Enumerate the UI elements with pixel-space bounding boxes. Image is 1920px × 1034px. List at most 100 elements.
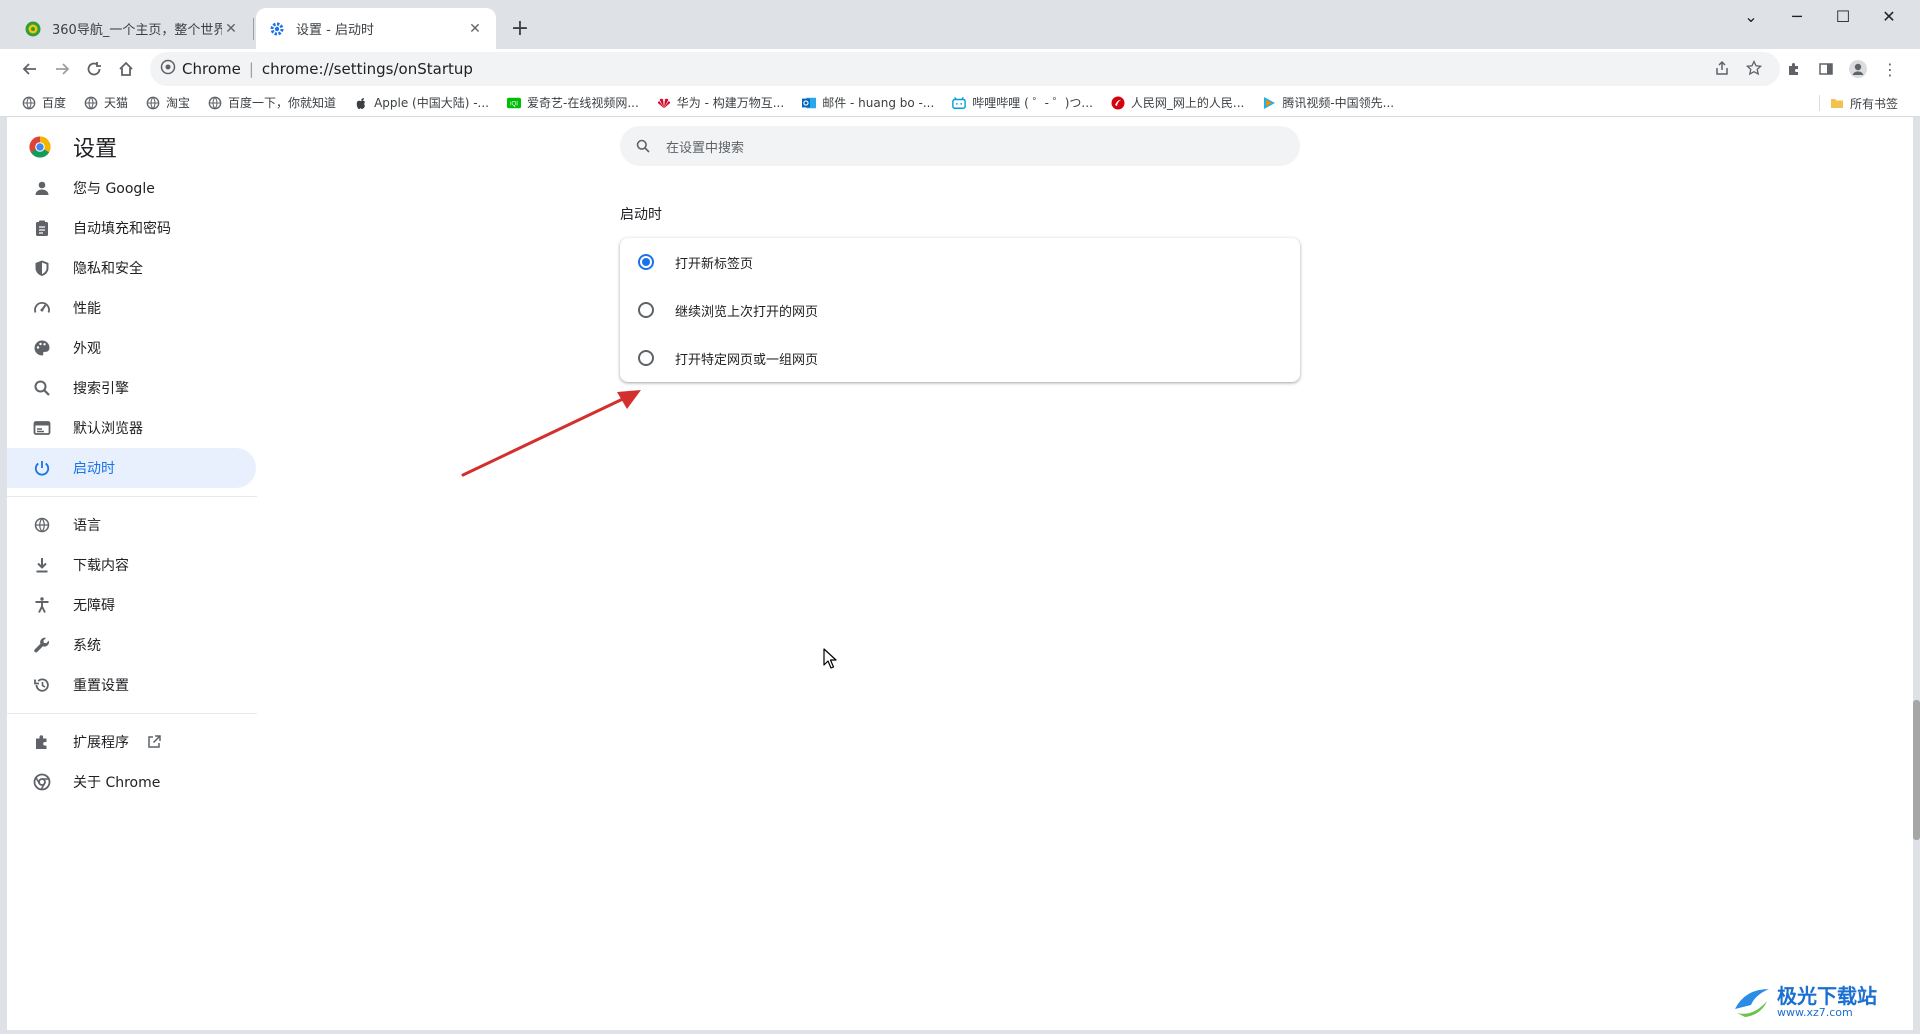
radio-button[interactable] [638, 302, 654, 318]
sidebar-item[interactable]: 系统 [7, 625, 256, 665]
power-icon [32, 458, 52, 478]
tab-360-nav[interactable]: 360导航_一个主页，整个世界 ✕ [12, 8, 252, 49]
extensions-puzzle-icon[interactable] [1780, 55, 1808, 83]
sidebar-item[interactable]: 隐私和安全 [7, 248, 256, 288]
wrench-icon [32, 635, 52, 655]
sidebar-item[interactable]: 扩展程序 [7, 722, 256, 762]
chrome-site-icon [160, 59, 176, 79]
option-label: 打开特定网页或一组网页 [675, 352, 819, 368]
close-icon[interactable]: ✕ [466, 20, 484, 38]
bookmark-label: 百度一下，你就知道 [228, 96, 337, 110]
tab-search-dropdown-icon[interactable]: ⌄ [1728, 0, 1774, 32]
settings-page: 设置 您与 Google 自动填充和密码 隐私和安全性能 外观搜索引擎默认浏览器启动时… [7, 118, 1913, 1030]
tab-title: 360导航_一个主页，整个世界 [52, 23, 222, 38]
bookmark-item[interactable]: Apple (中国大陆) -... [354, 94, 489, 111]
sidebar-item[interactable]: 重置设置 [7, 665, 256, 705]
bookmark-item[interactable]: 哔哩哔哩 ( ゜- ゜)つ... [952, 94, 1093, 111]
sidebar-divider [7, 496, 257, 497]
option-label: 打开新标签页 [675, 256, 754, 272]
startup-option[interactable]: 继续浏览上次打开的网页 [620, 286, 1300, 334]
360-icon [24, 20, 42, 38]
more-menu-icon[interactable]: ⋮ [1876, 55, 1904, 83]
bookmark-item[interactable]: 百度一下，你就知道 [208, 94, 336, 111]
sidebar-item-label: 重置设置 [73, 678, 129, 694]
sidebar-item-label: 搜索引擎 [73, 381, 129, 397]
sidebar-item[interactable]: 您与 Google [7, 168, 256, 208]
sidebar-item-label: 语言 [73, 518, 101, 534]
sidebar-item[interactable]: 搜索引擎 [7, 368, 256, 408]
sidebar-item-label: 下载内容 [73, 558, 129, 574]
back-button[interactable] [16, 55, 44, 83]
bookmark-label: 华为 - 构建万物互... [676, 96, 785, 110]
sidebar-item[interactable]: 外观 [7, 328, 256, 368]
bookmarks-divider [1819, 95, 1820, 111]
url-text[interactable]: chrome://settings/onStartup [262, 60, 473, 78]
bookmark-item[interactable]: 华为 - 构建万物互... [657, 94, 784, 111]
window-right-border [1913, 117, 1920, 1034]
sidebar-item[interactable]: 默认浏览器 [7, 408, 256, 448]
search-placeholder: 在设置中搜索 [666, 140, 745, 156]
bookmark-star-icon[interactable] [1743, 57, 1765, 79]
tab-settings[interactable]: 设置 - 启动时 ✕ [256, 8, 496, 49]
minimize-button[interactable]: ─ [1774, 0, 1820, 32]
bookmark-label: 淘宝 [166, 96, 191, 110]
chrome-icon [32, 772, 52, 792]
startup-option[interactable]: 打开新标签页 [620, 238, 1300, 286]
bookmark-label: 天猫 [104, 96, 129, 110]
window-bottom-border [0, 1030, 1920, 1034]
sidebar-item-label: 隐私和安全 [73, 261, 143, 277]
bookmark-label: 哔哩哔哩 ( ゜- ゜)つ... [972, 96, 1093, 110]
globe-icon [22, 96, 36, 110]
page-scrollbar[interactable] [1913, 700, 1920, 840]
bookmark-item[interactable]: 邮件 - huang bo -... [802, 94, 934, 111]
globe-icon [32, 515, 52, 535]
close-icon[interactable]: ✕ [222, 20, 240, 38]
settings-search-input[interactable]: 在设置中搜索 [620, 126, 1300, 166]
address-bar[interactable]: Chrome | chrome://settings/onStartup [150, 52, 1780, 86]
sidebar-item-label: 扩展程序 [73, 735, 129, 751]
radio-button[interactable] [638, 350, 654, 366]
sidebar-item-label: 自动填充和密码 [73, 221, 171, 237]
search-icon [634, 137, 652, 155]
speedometer-icon [32, 298, 52, 318]
sidebar-item[interactable]: 启动时 [7, 448, 256, 488]
profile-avatar[interactable] [1844, 55, 1872, 83]
watermark-logo-icon [1735, 989, 1769, 1017]
person-icon [32, 178, 52, 198]
history-icon [32, 675, 52, 695]
bookmark-item[interactable]: 百度 [22, 94, 66, 111]
forward-arrow-icon [56, 63, 70, 75]
bookmark-item[interactable]: 天猫 [84, 94, 128, 111]
window-close-button[interactable]: ✕ [1866, 0, 1912, 32]
sidebar-item[interactable]: 性能 [7, 288, 256, 328]
home-button[interactable] [112, 55, 140, 83]
bookmark-label: 邮件 - huang bo -... [822, 96, 935, 110]
bookmarks-bar: 百度 天猫 淘宝 百度一下，你就知道 Apple (中国大陆) -... iQI 爱奇艺-在… [0, 89, 1920, 117]
clipboard-icon [32, 218, 52, 238]
sidebar-item[interactable]: 无障碍 [7, 585, 256, 625]
sidebar-item-label: 默认浏览器 [73, 421, 143, 437]
bookmark-item[interactable]: 人民网_网上的人民... [1111, 94, 1244, 111]
all-bookmarks-button[interactable]: 所有书签 [1830, 89, 1898, 117]
bookmark-item[interactable]: iQI 爱奇艺-在线视频网... [507, 94, 639, 111]
new-tab-button[interactable]: + [506, 14, 534, 42]
apple-icon [354, 96, 368, 110]
forward-button[interactable] [48, 55, 76, 83]
bilibili-icon [952, 96, 967, 110]
startup-option[interactable]: 打开特定网页或一组网页 [620, 334, 1300, 382]
settings-header: 设置 [29, 132, 117, 162]
window-left-border [0, 117, 7, 1034]
maximize-button[interactable]: ☐ [1820, 0, 1866, 32]
sidebar-item[interactable]: 下载内容 [7, 545, 256, 585]
radio-button[interactable] [638, 254, 654, 270]
sidebar-item[interactable]: 语言 [7, 505, 256, 545]
sidebar-item[interactable]: 关于 Chrome [7, 762, 256, 802]
bookmark-item[interactable]: 淘宝 [146, 94, 190, 111]
sidebar-item[interactable]: 自动填充和密码 [7, 208, 256, 248]
sidebar-item-label: 您与 Google [73, 181, 155, 197]
reload-button[interactable] [80, 55, 108, 83]
side-panel-icon[interactable] [1812, 55, 1840, 83]
bookmark-item[interactable]: 腾讯视频-中国领先... [1262, 94, 1394, 111]
share-icon[interactable] [1711, 57, 1733, 79]
bookmark-label: 百度 [42, 96, 67, 110]
